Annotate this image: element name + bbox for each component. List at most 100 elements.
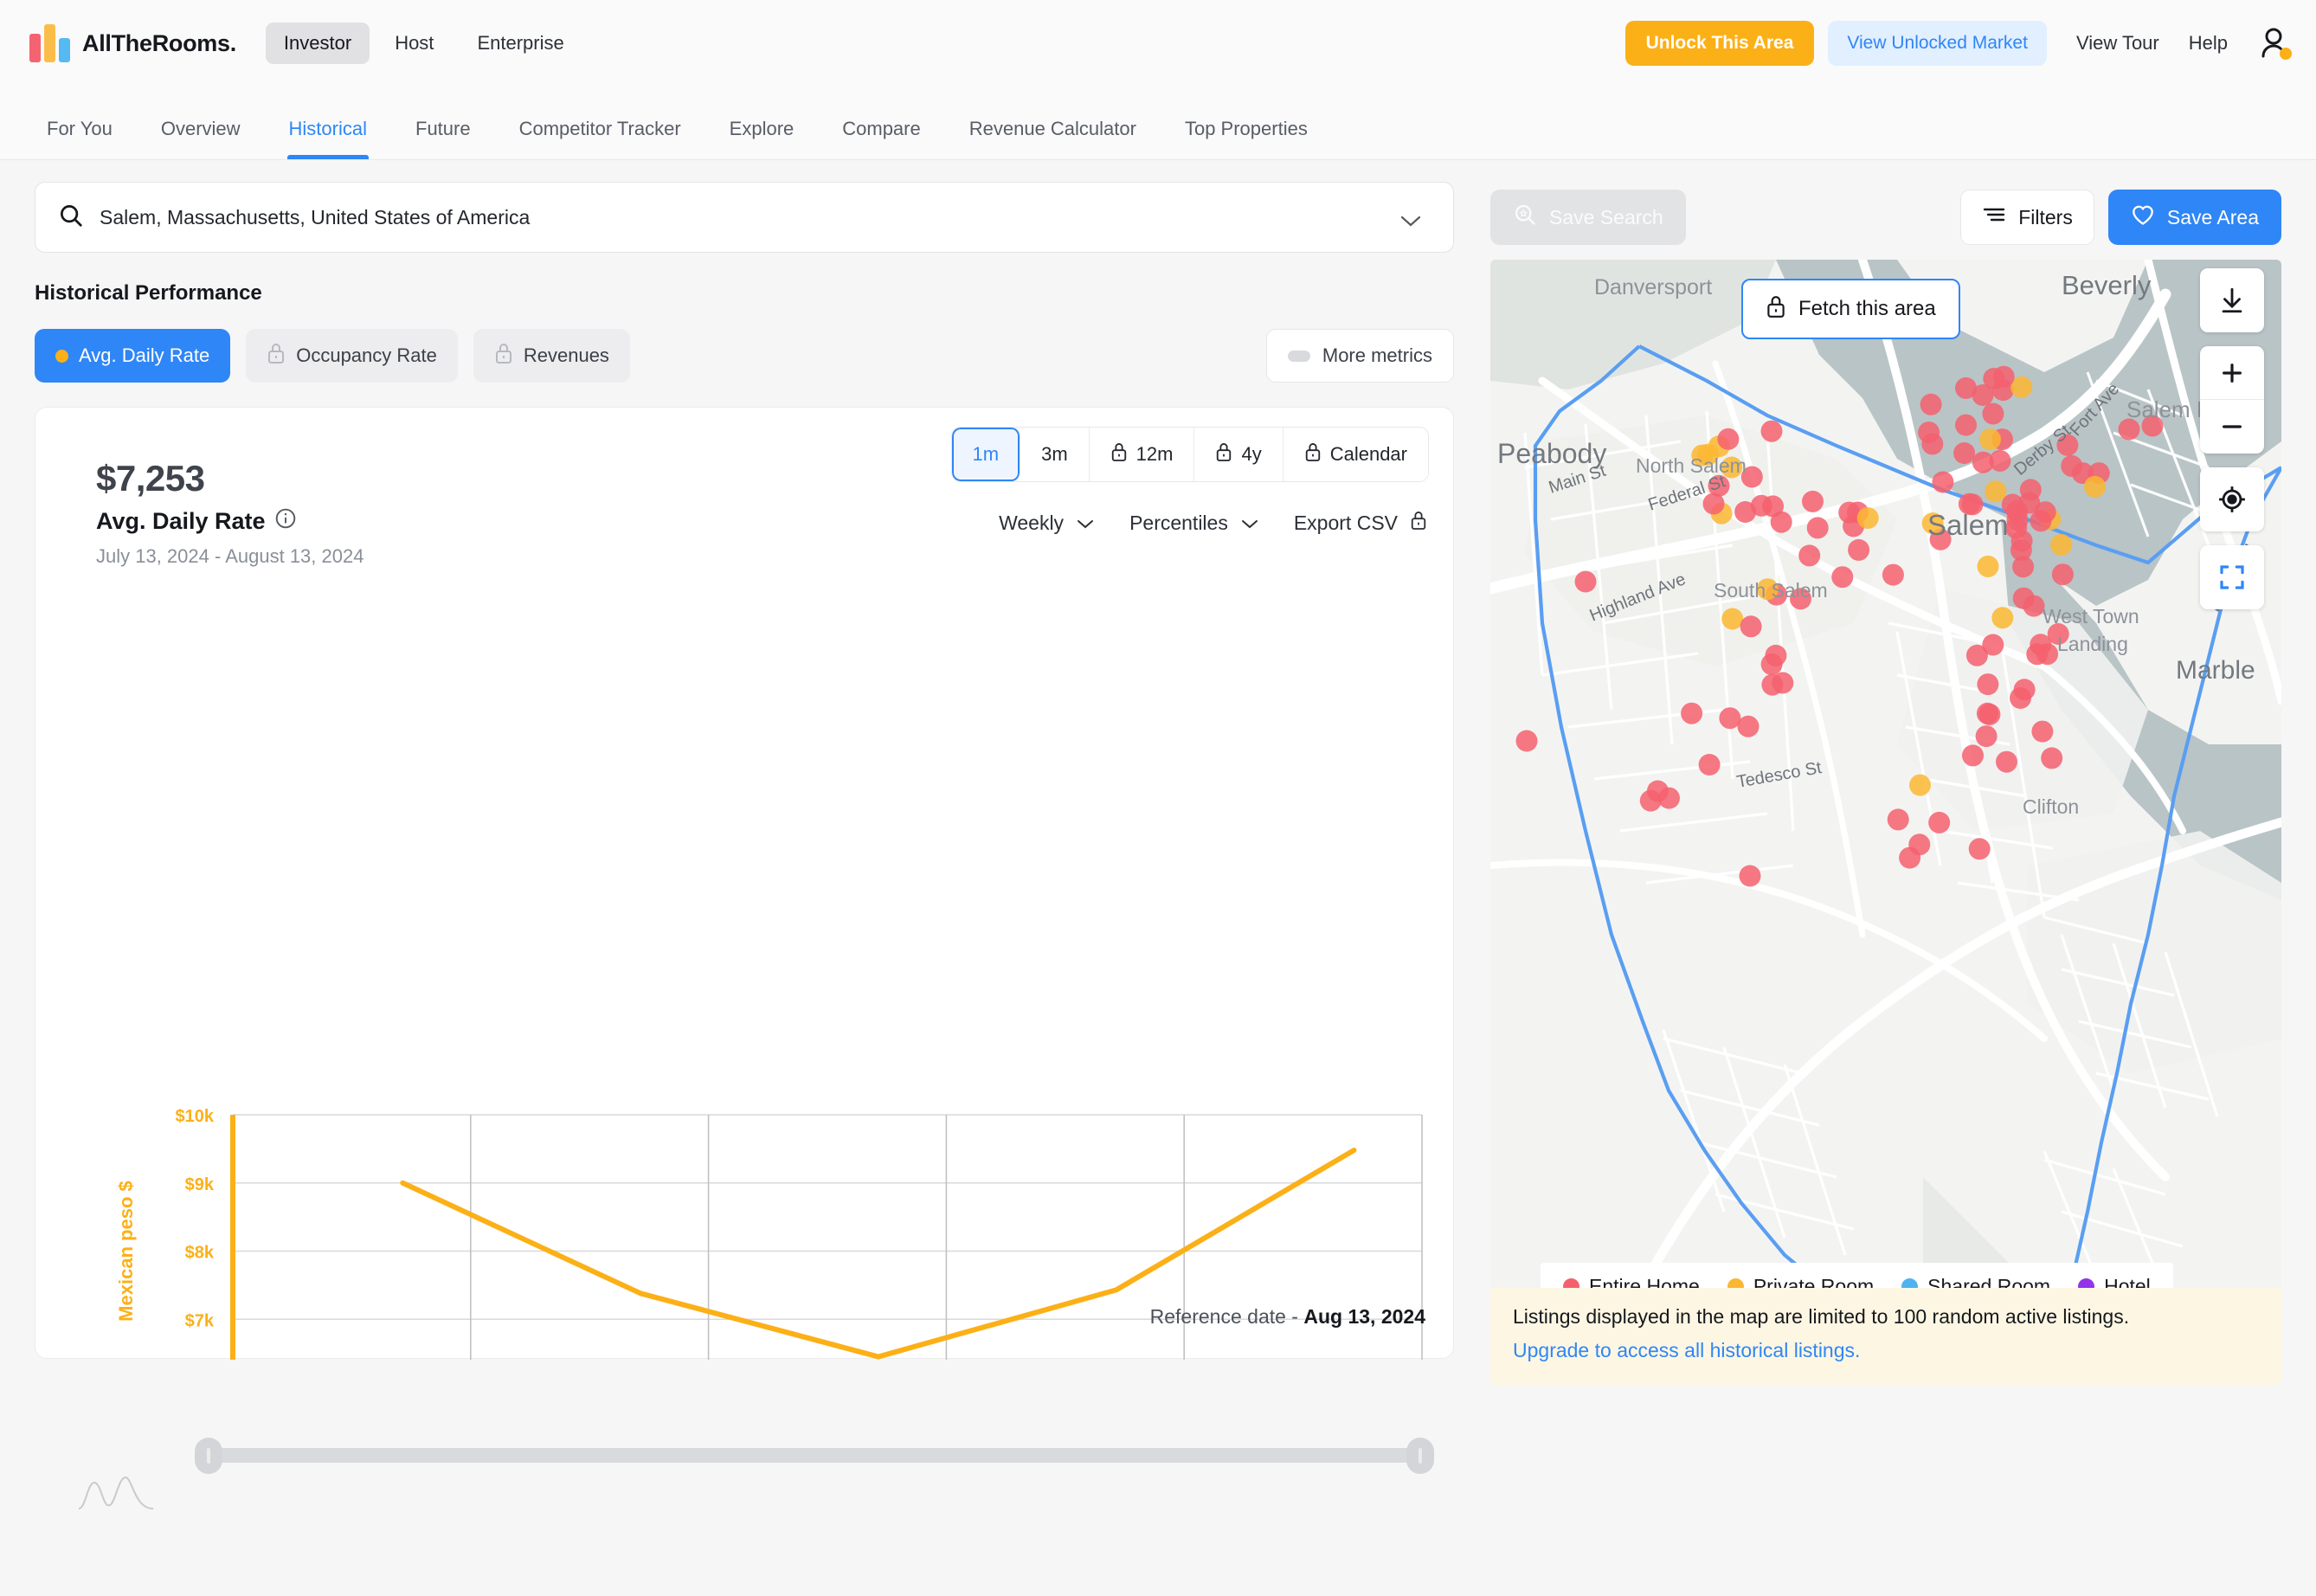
dot-icon bbox=[55, 349, 68, 363]
lock-icon bbox=[1410, 510, 1427, 536]
export-csv-label: Export CSV bbox=[1293, 511, 1398, 534]
persona-host[interactable]: Host bbox=[376, 23, 452, 64]
kpi-block: $7,253 Avg. Daily Rate July 13, 2024 - A… bbox=[96, 458, 363, 568]
tab-overview[interactable]: Overview bbox=[137, 118, 265, 159]
svg-text:Beverly: Beverly bbox=[2062, 270, 2152, 300]
view-unlocked-market-button[interactable]: View Unlocked Market bbox=[1828, 21, 2047, 66]
kpi-label-text: Avg. Daily Rate bbox=[96, 508, 266, 534]
listings-map[interactable]: Danversport Beverly Peabody Salem North Sale… bbox=[1490, 260, 2281, 1385]
range-label: 12m bbox=[1135, 443, 1174, 465]
percentiles-dropdown[interactable]: Percentiles bbox=[1129, 512, 1259, 535]
time-range-selector: 1m 3m 12m 4y Calendar bbox=[950, 427, 1429, 482]
range-calendar[interactable]: Calendar bbox=[1283, 428, 1428, 481]
svg-text:Mexican peso $: Mexican peso $ bbox=[115, 1181, 137, 1322]
tab-future[interactable]: Future bbox=[391, 118, 495, 159]
unlock-this-area-button[interactable]: Unlock This Area bbox=[1624, 21, 1815, 66]
svg-text:$7k: $7k bbox=[185, 1311, 215, 1330]
tab-historical[interactable]: Historical bbox=[265, 118, 391, 159]
brand-logo[interactable]: AllTheRooms. bbox=[29, 24, 236, 62]
svg-text:Derby St: Derby St bbox=[2010, 422, 2075, 479]
svg-text:Highland Ave: Highland Ave bbox=[1587, 570, 1689, 625]
map-toolbar: Save Search Filters Save Area bbox=[1490, 182, 2281, 253]
more-metrics-label: More metrics bbox=[1322, 344, 1432, 366]
chevron-down-icon bbox=[1240, 512, 1259, 535]
map-action-buttons: Filters Save Area bbox=[1960, 190, 2281, 245]
slider-handle-right[interactable] bbox=[1406, 1438, 1434, 1474]
range-4y[interactable]: 4y bbox=[1194, 428, 1283, 481]
range-12m[interactable]: 12m bbox=[1089, 428, 1195, 481]
reference-date: Reference date - Aug 13, 2024 bbox=[1150, 1305, 1425, 1329]
save-area-button[interactable]: Save Area bbox=[2107, 190, 2281, 245]
chart-range-slider[interactable] bbox=[195, 1438, 1434, 1474]
user-avatar-icon[interactable] bbox=[2259, 26, 2292, 61]
filters-button[interactable]: Filters bbox=[1960, 190, 2094, 245]
svg-text:Fort Ave: Fort Ave bbox=[2066, 380, 2123, 441]
lock-icon bbox=[267, 342, 286, 370]
range-1m[interactable]: 1m bbox=[951, 428, 1021, 481]
map-notice: Listings displayed in the map are limite… bbox=[1490, 1288, 2281, 1385]
historical-chart-card: $7,253 Avg. Daily Rate July 13, 2024 - A… bbox=[35, 407, 1454, 1509]
tab-for-you[interactable]: For You bbox=[23, 118, 137, 159]
svg-text:West Town: West Town bbox=[2043, 605, 2139, 627]
metric-chip-occupancy-rate[interactable]: Occupancy Rate bbox=[246, 329, 458, 383]
more-metrics-button[interactable]: More metrics bbox=[1265, 329, 1454, 383]
locate-icon[interactable] bbox=[2200, 467, 2264, 531]
reference-date-value: Aug 13, 2024 bbox=[1303, 1305, 1425, 1328]
market-search-box[interactable]: Salem, Massachusetts, United States of A… bbox=[35, 182, 1454, 253]
tab-competitor-tracker[interactable]: Competitor Tracker bbox=[495, 118, 705, 159]
svg-text:South Salem: South Salem bbox=[1714, 579, 1828, 602]
top-bar: AllTheRooms. Investor Host Enterprise Un… bbox=[0, 0, 2316, 87]
zoom-out-icon[interactable] bbox=[2200, 400, 2264, 454]
section-tabs: For You Overview Historical Future Compe… bbox=[0, 87, 2316, 160]
kpi-label: Avg. Daily Rate bbox=[96, 507, 363, 536]
fetch-this-area-label: Fetch this area bbox=[1798, 297, 1936, 320]
download-icon[interactable] bbox=[2200, 268, 2264, 332]
metric-chip-label: Avg. Daily Rate bbox=[79, 344, 210, 366]
search-input[interactable]: Salem, Massachusetts, United States of A… bbox=[100, 206, 530, 229]
tab-top-properties[interactable]: Top Properties bbox=[1161, 118, 1332, 159]
svg-text:Salem: Salem bbox=[1927, 509, 2009, 541]
kpi-value: $7,253 bbox=[96, 458, 205, 499]
slider-handle-left[interactable] bbox=[195, 1438, 222, 1474]
info-icon[interactable] bbox=[274, 507, 297, 536]
zoom-in-icon[interactable] bbox=[2200, 346, 2264, 400]
slider-track[interactable] bbox=[209, 1448, 1420, 1463]
tab-compare[interactable]: Compare bbox=[818, 118, 944, 159]
lock-icon bbox=[494, 342, 513, 370]
upgrade-link[interactable]: Upgrade to access all historical listing… bbox=[1513, 1339, 2259, 1362]
range-label: Calendar bbox=[1329, 443, 1407, 465]
tab-explore[interactable]: Explore bbox=[705, 118, 819, 159]
range-3m[interactable]: 3m bbox=[1020, 428, 1090, 481]
chevron-down-icon[interactable] bbox=[1399, 214, 1422, 232]
persona-enterprise[interactable]: Enterprise bbox=[459, 23, 582, 64]
svg-text:$8k: $8k bbox=[185, 1244, 215, 1263]
tab-revenue-calculator[interactable]: Revenue Calculator bbox=[945, 118, 1161, 159]
filters-icon bbox=[1982, 205, 2006, 229]
save-search-button[interactable]: Save Search bbox=[1490, 190, 1686, 245]
svg-text:Danversport: Danversport bbox=[1594, 275, 1712, 299]
export-csv-button[interactable]: Export CSV bbox=[1294, 510, 1427, 536]
fetch-this-area-button[interactable]: Fetch this area bbox=[1741, 279, 1960, 339]
range-label: 1m bbox=[972, 443, 1000, 465]
metric-chip-revenues[interactable]: Revenues bbox=[473, 329, 630, 383]
chevron-down-icon bbox=[1076, 512, 1095, 535]
view-tour-link[interactable]: View Tour bbox=[2076, 32, 2159, 55]
search-icon bbox=[58, 203, 84, 233]
granularity-dropdown[interactable]: Weekly bbox=[999, 512, 1095, 535]
persona-investor[interactable]: Investor bbox=[265, 23, 370, 64]
map-text-labels: Danversport BeverlyPeabodySalemNorth Sale… bbox=[1497, 270, 2261, 818]
map-controls bbox=[2200, 268, 2264, 609]
map-notice-text: Listings displayed in the map are limite… bbox=[1513, 1305, 2130, 1328]
metric-chip-row: Avg. Daily Rate Occupancy Rate Revenues bbox=[35, 329, 1454, 383]
svg-text:$9k: $9k bbox=[185, 1175, 215, 1194]
kpi-date-range: July 13, 2024 - August 13, 2024 bbox=[96, 545, 364, 567]
right-column: Save Search Filters Save Area Danverspor… bbox=[1490, 182, 2281, 1385]
granularity-value: Weekly bbox=[999, 511, 1065, 534]
save-area-label: Save Area bbox=[2166, 205, 2259, 228]
metric-chip-avg-daily-rate[interactable]: Avg. Daily Rate bbox=[35, 329, 231, 383]
help-link[interactable]: Help bbox=[2189, 32, 2228, 55]
heart-icon bbox=[2131, 203, 2155, 231]
metric-chip-label: Occupancy Rate bbox=[296, 344, 437, 366]
filters-label: Filters bbox=[2018, 205, 2073, 228]
fullscreen-icon[interactable] bbox=[2200, 545, 2264, 609]
